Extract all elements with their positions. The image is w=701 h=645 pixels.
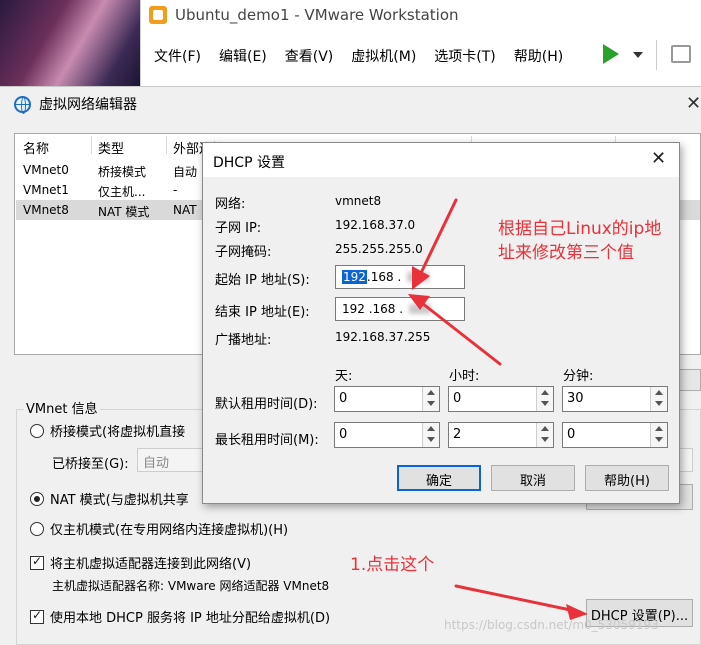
annotation-line-1: 根据自己Linux的ip地 xyxy=(498,219,662,239)
arrow-to-dhcp-button xyxy=(454,584,582,614)
arrow-to-start-ip xyxy=(418,198,458,277)
watermark: https://blog.csdn.net/m0_53059193 xyxy=(444,618,659,632)
arrow-to-end-ip xyxy=(416,298,502,366)
annotation-modify-ip: 根据自己Linux的ip地 址来修改第三个值 xyxy=(498,217,661,265)
annotation-arrows xyxy=(408,198,588,620)
annotation-line-2: 址来修改第三个值 xyxy=(498,243,634,263)
annotation-click-this: 1.点击这个 xyxy=(350,555,435,575)
